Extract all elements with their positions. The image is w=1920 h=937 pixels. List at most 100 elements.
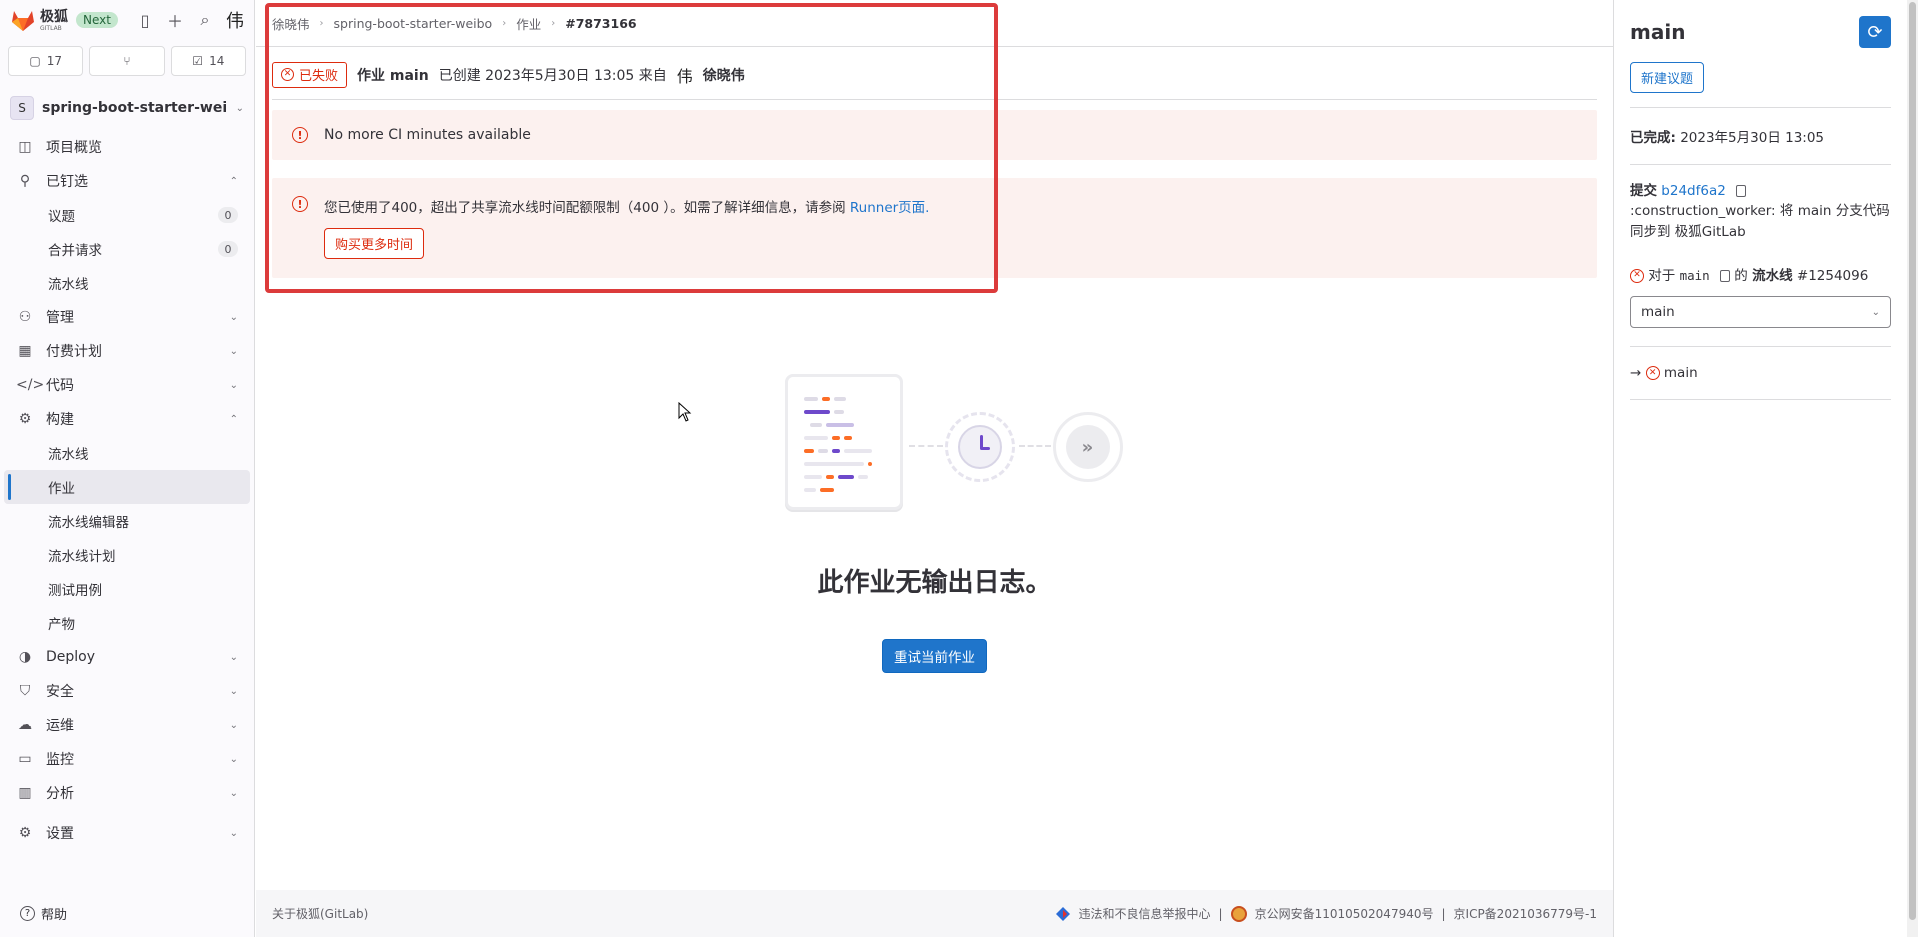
quota-text: 您已使用了400，超出了共享流水线时间配额限制（400 ）。如需了解详细信息，请… — [324, 200, 846, 216]
brand-logo[interactable]: 极狐 GITLAB — [10, 8, 68, 32]
nav-deploy[interactable]: ◑ Deploy ⌄ — [0, 640, 254, 674]
chevron-down-icon: ⌄ — [1871, 306, 1880, 318]
merge-request-icon: ⑂ — [123, 54, 131, 68]
pipeline-for-label: 对于 — [1648, 267, 1676, 284]
ci-minutes-alert: ! No more CI minutes available — [272, 110, 1597, 160]
nav-build-tests[interactable]: 测试用例 — [4, 572, 250, 606]
project-icon: ◫ — [18, 139, 32, 155]
pipeline-of-label: 的 — [1734, 267, 1748, 284]
nav-pinned-pipelines[interactable]: 流水线 — [4, 266, 250, 300]
commit-sha-link[interactable]: b24df6a2 — [1661, 183, 1726, 199]
chevron-down-icon: ⌄ — [229, 345, 238, 357]
todos-count: 14 — [209, 54, 225, 68]
code-icon: </> — [16, 377, 45, 393]
job-list-item[interactable]: → ✕ main — [1630, 365, 1891, 381]
job-user-avatar[interactable]: 伟 — [677, 63, 693, 87]
nav-plan[interactable]: ▦ 付费计划 ⌄ — [0, 334, 254, 368]
quota-alert: ! 您已使用了400，超出了共享流水线时间配额限制（400 ）。如需了解详细信息… — [272, 178, 1597, 278]
retry-job-button[interactable]: 重试当前作业 — [882, 639, 987, 673]
help-button[interactable]: ? 帮助 — [20, 904, 67, 923]
police-badge-icon — [1230, 905, 1247, 922]
chevron-down-icon: ⌄ — [229, 753, 238, 765]
runner-page-link[interactable]: Runner页面. — [850, 200, 930, 216]
shield-icon: ⛉ — [19, 683, 31, 699]
copy-icon[interactable] — [1736, 185, 1747, 197]
user-counters: ▢ 17 ⑂ ☑ 14 — [0, 40, 254, 82]
chevron-right-icon: › — [502, 17, 507, 29]
error-icon: ! — [292, 196, 308, 212]
finished-value: 2023年5月30日 13:05 — [1680, 130, 1825, 146]
create-new-icon[interactable]: ＋ — [166, 11, 184, 31]
retry-icon[interactable]: ⟳ — [1859, 16, 1891, 48]
icp-link[interactable]: 京ICP备2021036779号-1 — [1454, 905, 1597, 922]
stage-select[interactable]: main ⌄ — [1630, 296, 1891, 328]
footer-separator: | — [1218, 906, 1223, 921]
pipeline-id-link[interactable]: #1254096 — [1797, 268, 1868, 284]
cloud-gear-icon: ☁ — [18, 717, 32, 733]
nav-operate[interactable]: ☁ 运维 ⌄ — [0, 708, 254, 742]
clock-illustration-icon — [944, 412, 1015, 482]
about-link[interactable]: 关于极狐(GitLab) — [272, 905, 368, 922]
commit-message: :construction_worker: 将 main 分支代码同步到 极狐G… — [1630, 203, 1890, 240]
status-badge[interactable]: ✕ 已失败 — [272, 61, 348, 88]
mouse-cursor-icon — [678, 402, 692, 422]
chevron-up-icon: ⌃ — [229, 175, 238, 187]
project-nav: ◫ 项目概览 ⚲ 已钉选 ⌃ 议题 0 合并请求 0 流水线 ⚇ 管理 ⌄ ▦ 付费计划 ⌄ </… — [0, 128, 254, 852]
nav-code[interactable]: </> 代码 ⌄ — [0, 368, 254, 402]
nav-build-editor[interactable]: 流水线编辑器 — [4, 504, 250, 538]
project-switcher[interactable]: S spring-boot-starter-weibo ⌄ — [0, 88, 254, 128]
footer: 关于极狐(GitLab) 违法和不良信息举报中心 | 京公网安备11010502… — [256, 890, 1613, 937]
nav-manage[interactable]: ⚇ 管理 ⌄ — [0, 300, 254, 334]
commit-label: 提交 — [1630, 183, 1657, 199]
search-icon[interactable]: ⌕ — [196, 10, 214, 29]
rocket-icon: ⚙ — [18, 411, 32, 427]
chevron-down-icon: ⌄ — [229, 719, 238, 731]
nav-settings[interactable]: ⚙ 设置 ⌄ — [0, 816, 254, 850]
chevron-down-icon: ⌄ — [235, 102, 244, 114]
nav-build-pipelines[interactable]: 流水线 — [4, 436, 250, 470]
calendar-icon: ▦ — [18, 343, 32, 359]
nav-pinned-merge-requests[interactable]: 合并请求 0 — [4, 232, 250, 266]
todos-counter[interactable]: ☑ 14 — [170, 46, 246, 76]
status-label: 已失败 — [299, 69, 339, 84]
page-scrollbar[interactable] — [1907, 0, 1918, 937]
breadcrumb-user[interactable]: 徐晓伟 — [272, 14, 310, 33]
chart-icon: ▥ — [18, 785, 32, 801]
job-user-name[interactable]: 徐晓伟 — [703, 65, 745, 85]
empty-log-state: » 此作业无输出日志。 重试当前作业 — [256, 370, 1613, 673]
nav-build[interactable]: ⚙ 构建 ⌃ — [0, 402, 254, 436]
job-failed-icon: ✕ — [1645, 366, 1660, 380]
copy-icon[interactable] — [1720, 269, 1730, 282]
report-center-link[interactable]: 违法和不良信息举报中心 — [1079, 905, 1211, 922]
new-issue-button[interactable]: 新建议题 — [1630, 62, 1705, 93]
nav-monitor[interactable]: ▭ 监控 ⌄ — [0, 742, 254, 776]
user-avatar[interactable]: 伟 — [226, 11, 244, 32]
users-icon: ⚇ — [18, 309, 32, 325]
breadcrumb-jobs[interactable]: 作业 — [516, 14, 541, 33]
issues-counter[interactable]: ▢ 17 — [8, 46, 84, 76]
nav-secure[interactable]: ⛉ 安全 ⌄ — [0, 674, 254, 708]
pin-icon: ⚲ — [19, 173, 31, 189]
issues-count-pill: 0 — [218, 207, 238, 223]
police-record-link[interactable]: 京公网安备11010502047940号 — [1255, 905, 1434, 922]
nav-analyze[interactable]: ▥ 分析 ⌄ — [0, 776, 254, 810]
chevron-right-icon: › — [551, 17, 556, 29]
merge-requests-counter[interactable]: ⑂ — [89, 46, 165, 76]
nav-pinned[interactable]: ⚲ 已钉选 ⌃ — [0, 164, 254, 198]
nav-build-jobs[interactable]: 作业 — [4, 470, 250, 504]
next-badge[interactable]: Next — [76, 12, 118, 28]
collapse-sidebar-icon[interactable]: ▯ — [136, 11, 154, 30]
buy-more-minutes-button[interactable]: 购买更多时间 — [324, 228, 425, 259]
brand-name: 极狐 — [40, 8, 68, 25]
nav-pinned-issues[interactable]: 议题 0 — [4, 198, 250, 232]
pipeline-ref[interactable]: main — [1680, 268, 1710, 283]
error-icon: ! — [292, 127, 308, 143]
chevron-down-icon: ⌄ — [229, 685, 238, 697]
breadcrumb-job-id[interactable]: #7873166 — [565, 16, 636, 31]
breadcrumb-project[interactable]: spring-boot-starter-weibo — [334, 16, 493, 31]
fox-logo-icon — [12, 11, 34, 31]
nav-build-artifacts[interactable]: 产物 — [4, 606, 250, 640]
nav-overview[interactable]: ◫ 项目概览 — [0, 130, 254, 164]
main-content: 徐晓伟 › spring-boot-starter-weibo › 作业 › #… — [256, 0, 1613, 937]
nav-build-schedules[interactable]: 流水线计划 — [4, 538, 250, 572]
